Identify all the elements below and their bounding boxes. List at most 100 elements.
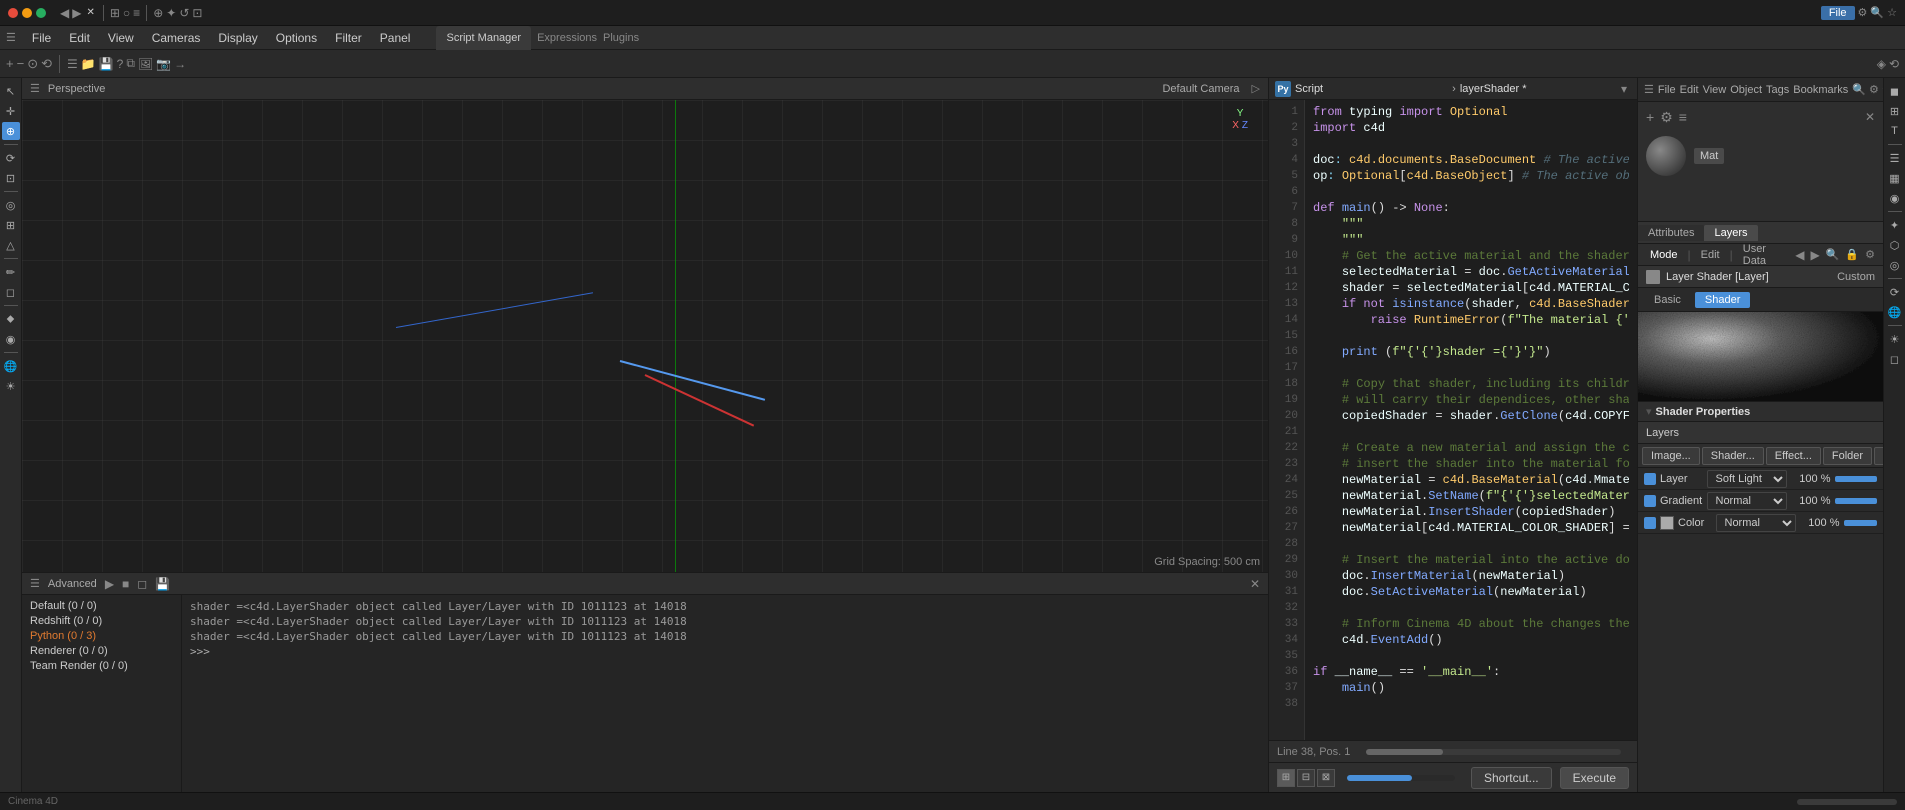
tab-attributes[interactable]: Attributes: [1638, 225, 1704, 241]
code-content[interactable]: from typing import Optional import c4d d…: [1305, 100, 1637, 740]
sm-export-btn[interactable]: →: [174, 57, 186, 71]
tool-transform[interactable]: ⟳: [2, 149, 20, 167]
console-close[interactable]: ✕: [1250, 577, 1260, 591]
attr-tab-mode[interactable]: Mode: [1646, 249, 1682, 261]
menu-display[interactable]: Display: [210, 29, 265, 47]
icon-arrow-left[interactable]: ◀: [60, 6, 69, 20]
tool-select[interactable]: ↖: [2, 82, 20, 100]
tab-layers[interactable]: Layers: [1704, 225, 1757, 241]
menu-view[interactable]: View: [100, 29, 142, 47]
obj-gear-icon[interactable]: ⚙: [1869, 83, 1879, 96]
obj-menu-edit[interactable]: Edit: [1680, 84, 1699, 96]
layer-row-2[interactable]: Gradient Normal Soft Light Multiply Scre…: [1638, 490, 1883, 512]
view-btn-3[interactable]: ⊠: [1317, 769, 1335, 787]
icon-viewport-add[interactable]: +: [6, 56, 14, 71]
r-icon-3[interactable]: T: [1886, 122, 1904, 140]
maximize-btn[interactable]: [36, 8, 46, 18]
icon-viewport-sub[interactable]: −: [17, 56, 25, 71]
attr-tab-userdata[interactable]: User Data: [1739, 243, 1784, 267]
r-icon-13[interactable]: ◻: [1886, 350, 1904, 368]
attr-back-arrow[interactable]: ◀: [1795, 248, 1804, 262]
icon-rotate[interactable]: ↺: [179, 6, 189, 20]
r-icon-9[interactable]: ◎: [1886, 256, 1904, 274]
menu-edit[interactable]: Edit: [61, 29, 98, 47]
r-icon-1[interactable]: ◼: [1886, 82, 1904, 100]
tool-globe[interactable]: 🌐: [2, 357, 20, 375]
obj-menu-view[interactable]: View: [1703, 84, 1727, 96]
tool-mat[interactable]: ⬥: [2, 310, 20, 328]
obj-menu-bookmarks[interactable]: Bookmarks: [1793, 84, 1848, 96]
tool-cam[interactable]: ◉: [2, 330, 20, 348]
sm-help-btn[interactable]: ?: [117, 57, 124, 71]
btn-folder[interactable]: Folder: [1823, 447, 1872, 465]
console-save[interactable]: 💾: [155, 577, 170, 591]
btn-remove[interactable]: Remove: [1874, 447, 1883, 465]
icon-tb-r2[interactable]: ⟲: [1889, 57, 1899, 71]
menu-options[interactable]: Options: [268, 29, 325, 47]
r-icon-12[interactable]: ☀: [1886, 330, 1904, 348]
obj-menu-file[interactable]: File: [1658, 84, 1676, 96]
attr-forward-arrow[interactable]: ▶: [1810, 248, 1819, 262]
r-icon-6[interactable]: ◉: [1886, 189, 1904, 207]
tool-scale[interactable]: ⊡: [2, 169, 20, 187]
console-menu-icon[interactable]: ☰: [30, 577, 40, 590]
view-btn-2[interactable]: ⊟: [1297, 769, 1315, 787]
r-icon-5[interactable]: ▦: [1886, 169, 1904, 187]
icon-tb-r1[interactable]: ◈: [1877, 57, 1886, 71]
tool-obj3[interactable]: △: [2, 236, 20, 254]
viewport-menu-icon[interactable]: ☰: [30, 82, 40, 95]
menu-expressions[interactable]: Expressions: [537, 32, 597, 44]
r-icon-2[interactable]: ⊞: [1886, 102, 1904, 120]
sm-save-btn[interactable]: 💾: [99, 57, 114, 71]
shortcut-button[interactable]: Shortcut...: [1471, 767, 1552, 789]
view-btn-1[interactable]: ⊞: [1277, 769, 1295, 787]
script-dropdown-btn[interactable]: ▾: [1617, 82, 1631, 96]
shader-props-arrow[interactable]: ▾: [1646, 405, 1652, 418]
layer-blend-2[interactable]: Normal Soft Light Multiply Screen: [1707, 492, 1787, 510]
menu-panel[interactable]: Panel: [372, 29, 419, 47]
attr-gear-icon[interactable]: ⚙: [1865, 248, 1875, 261]
layer-eye-3[interactable]: [1644, 517, 1656, 529]
tab-shader[interactable]: Shader: [1695, 292, 1750, 308]
sm-copy-btn[interactable]: ⧉: [126, 56, 135, 71]
sm-folder-btn[interactable]: 📁: [81, 57, 96, 71]
r-icon-8[interactable]: ⬡: [1886, 236, 1904, 254]
icon-transform[interactable]: ⊕: [153, 6, 163, 20]
layer-opacity-bar-2[interactable]: [1835, 498, 1878, 504]
icon-scale[interactable]: ⊡: [192, 6, 202, 20]
tool-obj2[interactable]: ⊞: [2, 216, 20, 234]
attr-tab-edit[interactable]: Edit: [1697, 249, 1724, 261]
tool-move[interactable]: ✛: [2, 102, 20, 120]
mat-label[interactable]: Mat: [1694, 148, 1724, 164]
material-ball[interactable]: [1646, 136, 1686, 176]
layer-row-1[interactable]: Layer Soft Light Normal Multiply Screen …: [1638, 468, 1883, 490]
viewport-3d[interactable]: Y X Z Grid Spacing: 500 cm: [22, 100, 1268, 572]
obj-menu-object[interactable]: Object: [1730, 84, 1762, 96]
icon-search-top[interactable]: 🔍: [1870, 6, 1884, 19]
minimize-btn[interactable]: [22, 8, 32, 18]
layer-opacity-bar-1[interactable]: [1835, 476, 1878, 482]
mat-add-icon[interactable]: +: [1646, 109, 1654, 125]
layer-eye-1[interactable]: [1644, 473, 1656, 485]
icon-circle[interactable]: ○: [123, 6, 130, 20]
sm-img-btn[interactable]: 🖼: [138, 57, 153, 71]
btn-effect[interactable]: Effect...: [1766, 447, 1821, 465]
layer-opacity-bar-3[interactable]: [1844, 520, 1878, 526]
code-editor[interactable]: 12345 678910 1112131415 1617181920 21222…: [1269, 100, 1637, 740]
icon-move[interactable]: ✦: [166, 6, 176, 20]
icon-viewport-restore[interactable]: ⟲: [41, 56, 52, 72]
icon-viewport-opt[interactable]: ⊙: [27, 56, 38, 72]
execute-button[interactable]: Execute: [1560, 767, 1629, 789]
sm-file-btn[interactable]: ☰: [67, 57, 78, 71]
tool-eraser[interactable]: ◻: [2, 283, 20, 301]
mat-close-icon[interactable]: ✕: [1865, 110, 1875, 124]
tool-paint[interactable]: ✏: [2, 263, 20, 281]
menu-plugins[interactable]: Plugins: [603, 32, 639, 44]
layer-row-3[interactable]: Color Normal Soft Light Multiply Screen …: [1638, 512, 1883, 534]
menu-filter[interactable]: Filter: [327, 29, 370, 47]
mat-filter-icon[interactable]: ≡: [1679, 109, 1687, 125]
menu-cameras[interactable]: Cameras: [144, 29, 209, 47]
layer-eye-2[interactable]: [1644, 495, 1656, 507]
r-icon-10[interactable]: ⟳: [1886, 283, 1904, 301]
r-icon-4[interactable]: ☰: [1886, 149, 1904, 167]
